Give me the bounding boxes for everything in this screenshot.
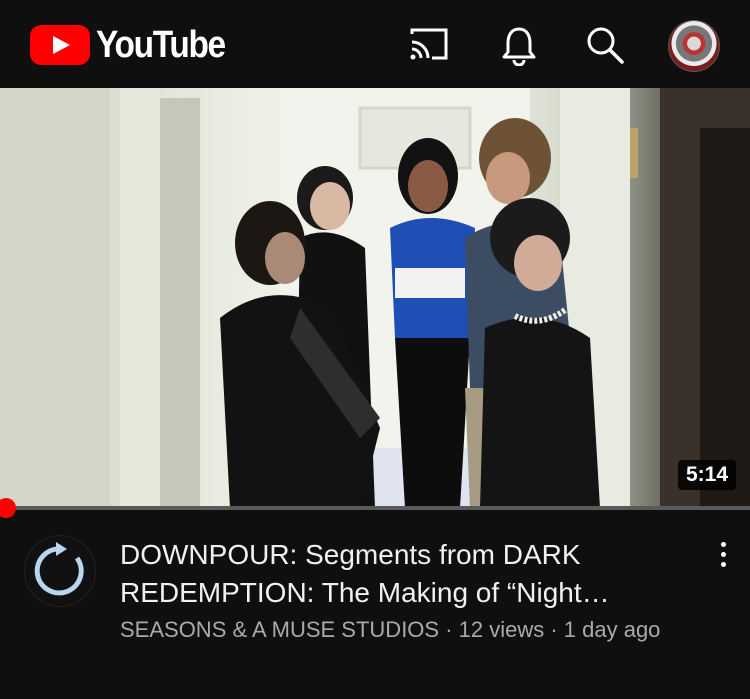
watch-progress-bar — [0, 498, 750, 518]
duration-badge: 5:14 — [677, 460, 736, 490]
logo-text: YouTube — [96, 23, 226, 66]
cast-icon[interactable] — [408, 24, 450, 66]
thumbnail-image — [0, 88, 750, 508]
progress-knob — [0, 498, 16, 518]
more-vert-icon[interactable] — [708, 536, 738, 572]
video-meta: SEASONS & A MUSE STUDIOS · 12 views · 1 … — [120, 617, 661, 642]
play-logo-icon — [30, 25, 90, 65]
menu-dot — [720, 561, 726, 567]
search-icon[interactable] — [584, 24, 626, 66]
video-thumbnail[interactable]: 5:14 — [0, 88, 750, 508]
notifications-bell-icon[interactable] — [498, 24, 540, 66]
account-avatar[interactable] — [668, 20, 720, 72]
menu-dot — [720, 541, 726, 547]
top-app-bar: YouTube — [0, 0, 750, 88]
menu-dot — [720, 551, 726, 557]
video-title[interactable]: DOWNPOUR: Segments from DARK REDEMPTION:… — [120, 536, 700, 612]
channel-avatar[interactable] — [24, 535, 96, 607]
youtube-logo[interactable]: YouTube — [30, 24, 242, 66]
